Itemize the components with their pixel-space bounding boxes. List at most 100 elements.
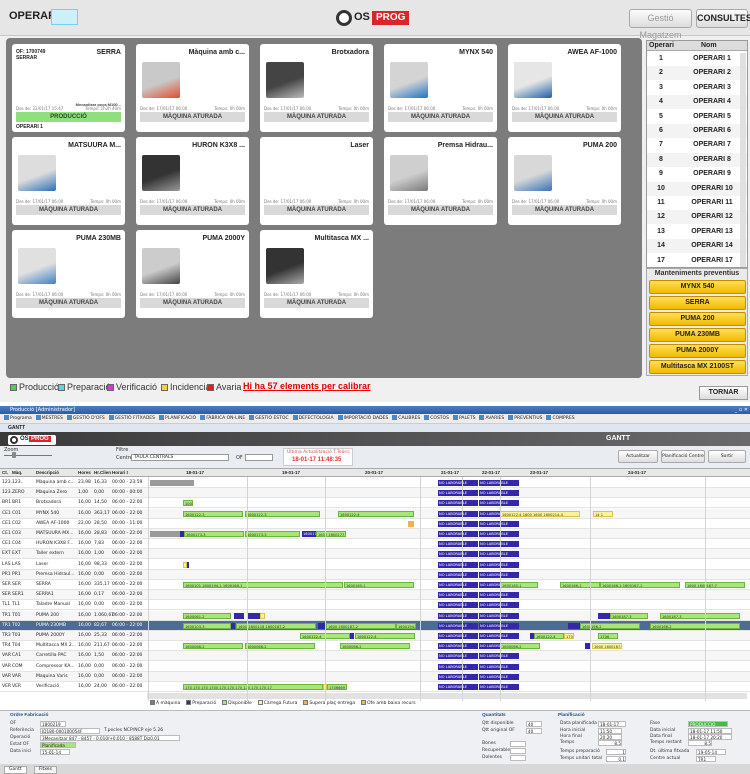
calibrar-link[interactable]: Hi ha 57 elements per calibrar: [243, 381, 371, 391]
gantt-task-bar[interactable]: 1600122-4 1600 1600 1600214-4: [500, 510, 580, 517]
of-input[interactable]: [245, 454, 273, 461]
sortir-button[interactable]: Sortir: [708, 450, 746, 463]
zoom-handle[interactable]: [12, 452, 16, 458]
gantt-row[interactable]: SER SER1 SERRA1 16,00 0,17 06:00 - 22:00 NO LA…: [0, 590, 750, 601]
menu-item[interactable]: AVARIES: [479, 415, 504, 421]
gantt-task-bar[interactable]: [248, 612, 260, 619]
consultes-button[interactable]: CONSULTES: [696, 9, 750, 28]
gantt-task-bar[interactable]: 170 170 170 1700 170 170 170 170 170 170…: [183, 684, 323, 690]
manteniment-button[interactable]: Multitasca MX 2100ST: [649, 360, 746, 374]
gantt-task-bar[interactable]: 1706669: [327, 684, 347, 690]
gantt-task-bar[interactable]: 1600101 1600194-1 1600166-1: [183, 582, 343, 588]
gantt-task-bar[interactable]: 1600194-2: [396, 622, 416, 629]
machine-card[interactable]: Laser Des de: 17/01/17 06:00 Temps: 0h 00m…: [260, 137, 373, 225]
gantt-task-bar[interactable]: 1600066-2: [340, 643, 410, 650]
gantt-task-bar[interactable]: 1600122-3: [183, 510, 243, 517]
of-field-value[interactable]: 1800219: [40, 721, 66, 727]
operari-row[interactable]: 5 OPERARI 5: [647, 110, 747, 124]
gantt-row[interactable]: SER SER SERRA 16,00 335,17 06:00 - 22:00 NO LA…: [0, 580, 750, 590]
manteniment-button[interactable]: MYNX 540: [649, 280, 746, 294]
operari-row[interactable]: 7 OPERARI 7: [647, 138, 747, 152]
menu-item[interactable]: GESTIÓ D'OFS: [66, 415, 105, 421]
gantt-task-bar[interactable]: 1600061-2: [183, 612, 231, 619]
machine-card[interactable]: MATSUURA M... Des de: 17/01/17 06:00 Temps…: [12, 137, 125, 225]
gantt-task-bar[interactable]: 1600173-3: [184, 531, 244, 537]
column-header[interactable]: Descripció: [36, 469, 59, 477]
gantt-task-bar[interactable]: 1706: [598, 633, 618, 639]
menu-item[interactable]: IMPORTACIÓ DADES: [337, 415, 388, 421]
column-header[interactable]: Hores: [78, 469, 91, 477]
gantt-row[interactable]: BR1 BR1 Brotxadora 16,00 14,50 06:00 - 22:00 N…: [0, 498, 750, 509]
gantt-task-bar[interactable]: 1600 1600118 1600187-2: [236, 622, 316, 629]
dolentes-value[interactable]: [510, 755, 526, 761]
manteniment-button[interactable]: PUMA 200: [649, 312, 746, 326]
gantt-task-bar[interactable]: 100: [183, 500, 193, 507]
gantt-row[interactable]: PR1 PR1 Premsa Hidraul... 16,00 0,00 06:00 - …: [0, 569, 750, 580]
ref-value[interactable]: ID180-000100054F: [40, 728, 100, 734]
gantt-task-bar[interactable]: 14 1: [593, 510, 613, 517]
machine-card[interactable]: Màquina amb c... Des de: 17/01/17 06:00 Te…: [136, 44, 249, 132]
gantt-row[interactable]: EXT EXT Taller extern 16,00 1,00 06:00 - 22:0…: [0, 549, 750, 560]
gantt-row[interactable]: TR4 T04 Multitasca MX 2... 16,00 211,67 06:00…: [0, 641, 750, 652]
operari-row[interactable]: 17 OPERARI 17: [647, 254, 747, 268]
gantt-task-bar[interactable]: 1600165-1: [500, 582, 538, 588]
machine-card[interactable]: PUMA 2000Y Des de: 17/01/17 06:00 Temps: 0…: [136, 230, 249, 318]
menu-item[interactable]: PREVENTIUS: [508, 415, 542, 421]
gantt-task-bar[interactable]: [260, 612, 265, 619]
gantt-task-bar[interactable]: 1600173-3: [245, 531, 300, 537]
machine-card[interactable]: Premsa Hidrau... Des de: 17/01/17 06:00 Te…: [384, 137, 497, 225]
menu-item[interactable]: GESTIÓ ESTOC: [249, 415, 289, 421]
menu-item[interactable]: DEFECTOLOGIA: [292, 415, 334, 421]
gantt-task-bar[interactable]: 1600066-2: [500, 643, 540, 650]
gantt-row[interactable]: CE1 C03 MATSUURA MX... 16,00 28,83 06:00 - 22…: [0, 529, 750, 539]
menu-item[interactable]: COMPRES: [546, 415, 575, 421]
gantt-task-bar[interactable]: 1706821-3: [564, 633, 574, 639]
machine-card[interactable]: PUMA 200 Des de: 17/01/17 06:00 Temps: 0h …: [508, 137, 621, 225]
manteniment-button[interactable]: PUMA 2000Y: [649, 344, 746, 358]
gantt-task-bar[interactable]: 1600066-2: [245, 643, 315, 650]
gantt-task-bar[interactable]: 1600 1600177: [316, 531, 346, 537]
gantt-row[interactable]: CE1 C02 AWEA AF-1000 22,00 28,50 00:00 - 11:0…: [0, 519, 750, 529]
machine-card[interactable]: AWEA AF-1000 Des de: 17/01/17 06:00 Temps:…: [508, 44, 621, 132]
menu-item[interactable]: CALIBRES: [392, 415, 420, 421]
gantt-row[interactable]: VER VER Verificació 16,00 24,00 06:00 - 22:00…: [0, 682, 750, 692]
actualitzar-button[interactable]: Actualitzar: [618, 450, 658, 463]
manteniment-button[interactable]: PUMA 230MB: [649, 328, 746, 342]
gantt-task-bar[interactable]: 1600166-2: [650, 622, 740, 629]
gantt-task-bar[interactable]: 1600122-4: [534, 633, 564, 639]
gantt-task-bar[interactable]: [234, 612, 244, 619]
column-header[interactable]: Hr.Clien: [94, 469, 111, 477]
gantt-row[interactable]: 123.. ZERO Màquina Zero 1,00 0,00 00:00 - 00:…: [0, 488, 750, 499]
operari-row[interactable]: 14 OPERARI 14: [647, 239, 747, 254]
gantt-task-bar[interactable]: 1600103-3: [183, 622, 231, 629]
manteniment-button[interactable]: SERRA: [649, 296, 746, 310]
operari-row[interactable]: 9 OPERARI 9: [647, 167, 747, 181]
menu-item[interactable]: FÀBRICA ON-LINE: [200, 415, 245, 421]
tornar-button[interactable]: TORNAR: [699, 386, 748, 400]
menu-item[interactable]: PLANIFICACIÓ: [159, 415, 196, 421]
gantt-task-bar[interactable]: [150, 531, 180, 537]
gantt-task-bar[interactable]: [231, 622, 235, 629]
gantt-task-bar[interactable]: 1600122-3: [245, 510, 320, 517]
menu-item[interactable]: PALETS: [452, 415, 475, 421]
operari-row[interactable]: 4 OPERARI 4: [647, 95, 747, 110]
operari-row[interactable]: 11 OPERARI 11: [647, 196, 747, 210]
gantt-task-bar[interactable]: 1600166-1 1600167-1: [600, 582, 680, 588]
gantt-task-bar[interactable]: [568, 622, 580, 629]
gantt-task-bar[interactable]: 1600165-1: [344, 582, 414, 588]
op-value[interactable]: 3Mecanitzar 847 - 8457 - 0,010/+0,010 - …: [40, 735, 180, 741]
gantt-row[interactable]: LAS LAS Laser 16,00 98,33 06:00 - 22:00 NO LAB…: [0, 560, 750, 570]
machine-card[interactable]: MYNX 540 Des de: 17/01/17 06:00 Temps: 0h …: [384, 44, 497, 132]
gantt-row[interactable]: 123.. 123.. Màquina amb c... 23,98 16,33 00:0…: [0, 478, 750, 488]
gantt-row[interactable]: CE1 C04 HURON K3X8 F... 16,00 7,83 06:00 - 22…: [0, 539, 750, 550]
gantt-task-bar[interactable]: 1600122-4: [355, 633, 415, 639]
gantt-row[interactable]: TR1 T01 PUMA 200 16,00 1.060,67 06:00 - 22:00…: [0, 610, 750, 621]
gantt-task-bar[interactable]: [598, 612, 610, 619]
gantt-task-bar[interactable]: 1600187-3: [610, 612, 648, 619]
machine-card[interactable]: Brotxadora Des de: 17/01/17 06:00 Temps: 0…: [260, 44, 373, 132]
gantt-row[interactable]: TL1 TL1 Taladre Manual 16,00 0,00 06:00 - 22:…: [0, 600, 750, 611]
gantt-task-bar[interactable]: 1600 1600167-7: [685, 582, 745, 588]
machine-card[interactable]: HURON K3X8 ... Des de: 17/01/17 06:00 Temp…: [136, 137, 249, 225]
gantt-task-bar[interactable]: [350, 633, 354, 639]
machine-card[interactable]: SERRA OF: 1700749 SERRAR Mecanitzar peça M1…: [12, 44, 125, 132]
